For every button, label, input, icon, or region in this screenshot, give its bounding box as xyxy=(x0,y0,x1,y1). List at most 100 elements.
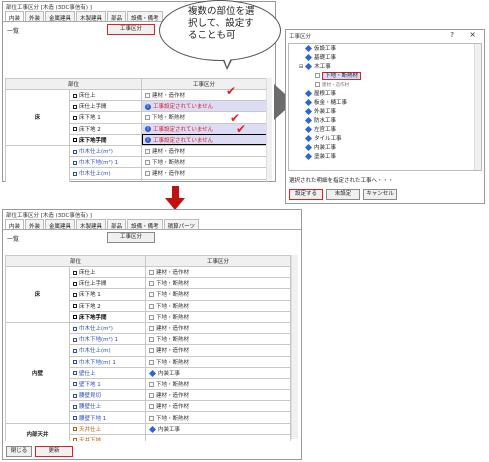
part-cell[interactable]: 腰壁仕上 xyxy=(69,400,146,413)
kouji-cell[interactable]: 下地・断熱材 xyxy=(141,111,267,124)
update-button[interactable]: 更新 xyxy=(35,446,73,457)
part-cell[interactable]: 巾木下地(m²) 1 xyxy=(69,333,146,346)
tab-buhin[interactable]: 部品 xyxy=(107,219,127,230)
tab-mokusei[interactable]: 木製建具 xyxy=(76,11,107,22)
part-cell[interactable]: 巾木仕上(m) xyxy=(69,167,142,180)
kouji-cell[interactable]: 建材・造作材 xyxy=(141,167,267,180)
kouji-kubun-button[interactable]: 工事区分 xyxy=(107,232,155,243)
kouji-cell[interactable]: 下地・断熱材 xyxy=(145,299,291,312)
tree-item-label: 仮設工事 xyxy=(314,46,337,52)
kouji-cell[interactable]: 下地・断熱材 xyxy=(141,156,267,169)
kouji-cell[interactable]: 内装工事 xyxy=(145,366,291,379)
tree-item[interactable]: 防水工事 xyxy=(293,116,481,126)
tree-item[interactable]: 下地・断熱材 xyxy=(293,72,481,81)
tree-item[interactable]: 建材・造作材 xyxy=(293,81,481,90)
table-row[interactable]: 床 床仕上 建材・造作材 xyxy=(5,266,291,323)
part-cell[interactable]: 床下地 1 xyxy=(69,288,146,301)
tab-mokusei[interactable]: 木製建具 xyxy=(76,219,107,230)
expand-icon[interactable]: ⊟ xyxy=(299,64,303,70)
tree-item[interactable]: 仮設工事 xyxy=(293,44,481,54)
kouji-cell[interactable]: 建材・造作材 xyxy=(141,89,267,102)
part-cell[interactable]: 床下地手間 xyxy=(69,310,146,323)
kouji-cell[interactable]: i 工事設定されていません xyxy=(141,133,267,146)
tree-item[interactable]: ⊟ 木工事 xyxy=(293,62,481,72)
tab-setsubi[interactable]: 設備・備考 xyxy=(127,219,163,230)
tree-scrollbar[interactable] xyxy=(474,44,481,170)
unset-button[interactable]: 未設定 xyxy=(326,189,360,200)
kouji-cell[interactable]: 建材・造作材 xyxy=(145,321,291,335)
tree-item[interactable]: 外装工事 xyxy=(293,107,481,117)
tree-item[interactable]: 左官工事 xyxy=(293,125,481,135)
tab-naiso[interactable]: 内装 xyxy=(5,11,25,22)
tab-parts[interactable]: 積算パーツ xyxy=(163,219,199,230)
kouji-label: 下地・断熱材 xyxy=(156,359,190,366)
kouji-cell[interactable]: 下地・断熱材 xyxy=(145,277,291,290)
tab-gaiso[interactable]: 外装 xyxy=(25,219,45,230)
part-cell[interactable]: 床仕上手間 xyxy=(69,277,146,290)
tree-item-label: 塗装工事 xyxy=(314,154,337,160)
kouji-cell[interactable]: i 工事設定されていません xyxy=(141,100,267,113)
tab-kinzoku[interactable]: 金属建具 xyxy=(45,219,76,230)
close-icon[interactable]: × xyxy=(469,30,476,39)
kouji-cell[interactable]: 建材・造作材 xyxy=(145,400,291,413)
kouji-cell[interactable]: 建材・造作材 xyxy=(145,389,291,402)
help-icon[interactable]: ? xyxy=(450,31,454,39)
kouji-cell[interactable] xyxy=(145,433,291,441)
dialog-status: 選択された明細を指定された工事へ・・・ xyxy=(289,178,394,184)
tree-item[interactable]: 板金・樋工事 xyxy=(293,98,481,108)
kouji-cell[interactable]: 下地・断熱材 xyxy=(141,178,267,182)
tab-buhin[interactable]: 部品 xyxy=(107,11,127,22)
table-row[interactable]: 内部天井 天井仕上 内装工事 xyxy=(5,422,291,441)
part-cell[interactable]: 床下地 2 xyxy=(69,122,142,135)
part-cell[interactable]: 床下地 1 xyxy=(69,111,142,124)
kouji-cell[interactable]: 内装工事 xyxy=(145,422,291,435)
bottom-scrollbar[interactable] xyxy=(291,255,298,439)
tree-item[interactable]: 内装工事 xyxy=(293,143,481,153)
part-cell[interactable]: 床仕上手間 xyxy=(69,100,142,113)
kouji-cell[interactable]: 建材・造作材 xyxy=(141,144,267,158)
part-cell[interactable]: 床下地 2 xyxy=(69,299,146,312)
material-icon xyxy=(315,73,320,78)
part-cell[interactable]: 天井仕上 xyxy=(69,422,146,435)
tab-naiso[interactable]: 内装 xyxy=(5,219,25,230)
part-cell[interactable]: 巾木仕上(m²) xyxy=(69,144,142,158)
kouji-cell[interactable]: 下地・断熱材 xyxy=(145,310,291,323)
part-cell[interactable]: 腰壁見切 xyxy=(69,389,146,402)
part-cell[interactable]: 巾木仕上(m) xyxy=(69,344,146,357)
kouji-cell[interactable]: 建材・造作材 xyxy=(145,266,291,279)
kouji-cell[interactable]: 下地・断熱材 xyxy=(145,411,291,424)
set-button[interactable]: 設定する xyxy=(289,189,323,200)
tab-kinzoku[interactable]: 金属建具 xyxy=(45,11,76,22)
part-cell[interactable]: 巾木下地(m²) 1 xyxy=(69,156,142,169)
table-row[interactable]: 巾木仕上(m²) 建材・造作材 xyxy=(5,144,267,182)
part-cell[interactable]: 腰壁下地 1 xyxy=(69,411,146,424)
cancel-button[interactable]: キャンセル xyxy=(363,189,397,200)
tree-item-label: 左官工事 xyxy=(314,127,337,133)
kouji-cell[interactable]: 下地・断熱材 xyxy=(145,288,291,301)
part-cell[interactable]: 巾木仕上(m²) xyxy=(69,321,146,335)
part-cell[interactable]: 床下地手間 xyxy=(69,133,142,146)
part-cell[interactable]: 壁仕上 xyxy=(69,366,146,379)
kouji-cell[interactable]: 下地・断熱材 xyxy=(145,333,291,346)
kouji-kubun-button[interactable]: 工事区分 xyxy=(107,24,155,35)
kouji-cell[interactable]: 建材・造作材 xyxy=(145,344,291,357)
part-cell[interactable]: 巾木下地(m) 1 xyxy=(69,178,142,182)
tree-item[interactable]: タイル工事 xyxy=(293,134,481,144)
checkbox-icon xyxy=(73,281,77,286)
tab-gaiso[interactable]: 外装 xyxy=(25,11,45,22)
part-cell[interactable]: 床仕上 xyxy=(69,266,146,279)
kouji-cell[interactable]: 下地・断熱材 xyxy=(145,355,291,368)
tree-item[interactable]: 基礎工事 xyxy=(293,53,481,63)
tree-item[interactable]: 屋根工事 xyxy=(293,89,481,99)
tab-setsubi[interactable]: 設備・備考 xyxy=(127,11,163,22)
part-cell[interactable]: 壁下地 1 xyxy=(69,377,146,391)
kouji-cell[interactable]: i 工事設定されていません xyxy=(141,122,267,135)
part-cell[interactable]: 床仕上 xyxy=(69,89,142,102)
close-button[interactable]: 閉じる xyxy=(6,446,32,457)
top-scrollbar[interactable] xyxy=(266,78,272,180)
part-cell[interactable]: 天井下地 xyxy=(69,433,146,441)
kouji-cell[interactable]: 下地・断熱材 xyxy=(145,377,291,391)
table-row[interactable]: 内壁 巾木仕上(m²) 建材・造作材 xyxy=(5,321,291,424)
part-cell[interactable]: 巾木下地(m) 1 xyxy=(69,355,146,368)
tree-item[interactable]: 塗装工事 xyxy=(293,152,481,162)
